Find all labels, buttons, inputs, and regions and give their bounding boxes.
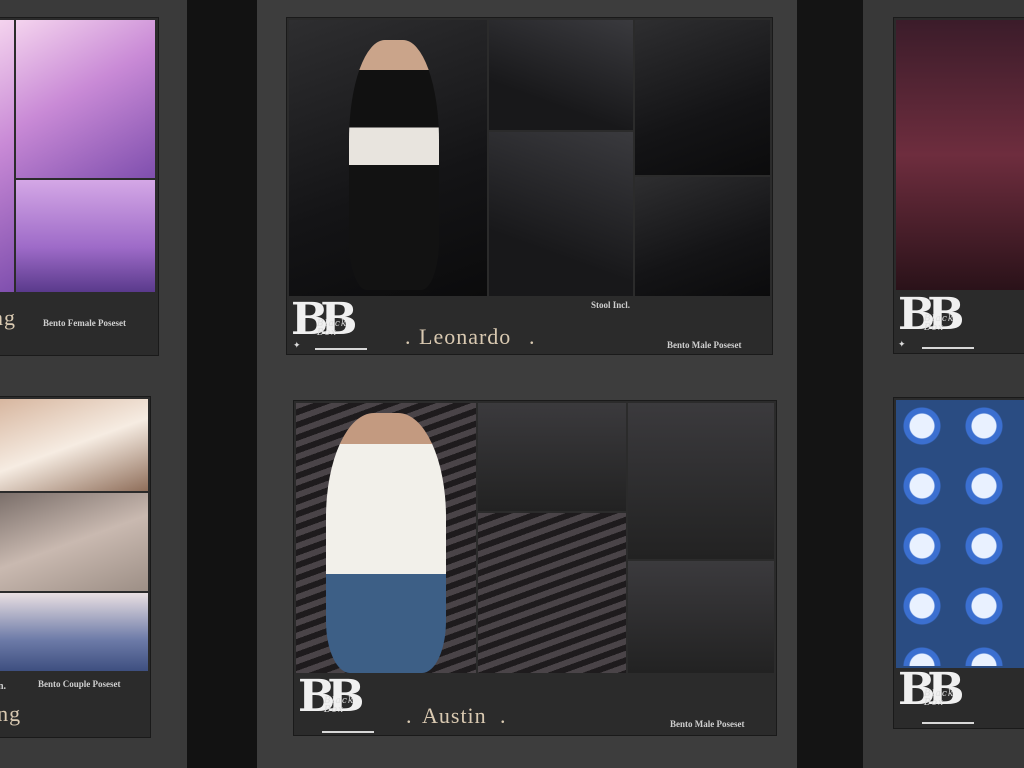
poster-photo-secondary bbox=[16, 180, 155, 292]
poster-photo-5 bbox=[635, 177, 770, 296]
logo-underline bbox=[922, 722, 974, 724]
poster-couple-poseset[interactable]: n. Bento Couple Poseset ing bbox=[0, 397, 150, 737]
poster-photo-3 bbox=[635, 20, 770, 175]
poster-right-top[interactable]: BB Black Box ✦ bbox=[894, 18, 1024, 353]
poster-caption: Bento Male Poseset bbox=[670, 719, 745, 729]
poster-title: ing bbox=[0, 701, 22, 726]
poster-footer: BB Black Box ✦ Leonardo . . Stool Incl. … bbox=[287, 296, 772, 354]
poster-austin[interactable]: BB Black Box . Austin . Bento Male Poses… bbox=[294, 401, 776, 735]
poster-footer: n. Bento Couple Poseset ing bbox=[0, 673, 150, 737]
brand-logo: BB Black Box bbox=[898, 664, 964, 715]
poster-photo-main bbox=[16, 20, 155, 178]
brand-logo: BB Black Box bbox=[291, 294, 357, 345]
poster-note: Stool Incl. bbox=[591, 300, 631, 310]
logo-underline bbox=[922, 347, 974, 349]
poster-photo-main bbox=[289, 20, 487, 296]
poster-footer: BB Black Box bbox=[894, 668, 1024, 728]
brand-logo: BB Black Box bbox=[898, 289, 964, 340]
title-dot-left: . bbox=[405, 324, 412, 349]
poster-photo-3 bbox=[628, 403, 774, 559]
poster-photo-5 bbox=[628, 561, 774, 673]
poster-note: n. bbox=[0, 681, 7, 692]
poster-title: ng bbox=[0, 305, 16, 330]
poster-caption: Bento Male Poseset bbox=[667, 340, 742, 350]
sparkle-icon: ✦ bbox=[293, 340, 301, 350]
brand-logo: BB Black Box bbox=[298, 671, 364, 722]
poster-photo-main bbox=[296, 403, 476, 673]
poster-photo-main bbox=[896, 400, 1024, 668]
poster-caption: Bento Couple Poseset bbox=[38, 679, 121, 689]
logo-underline bbox=[315, 348, 367, 350]
wall-gap-left bbox=[187, 0, 257, 768]
wall-gap-right bbox=[797, 0, 863, 768]
poster-footer: ng Bento Female Poseset bbox=[0, 295, 158, 355]
poster-photo-tertiary bbox=[0, 593, 148, 671]
poster-photo-2 bbox=[489, 20, 633, 130]
poster-right-bottom[interactable]: BB Black Box bbox=[894, 398, 1024, 728]
logo-underline bbox=[322, 731, 374, 733]
sparkle-icon: ✦ bbox=[898, 339, 906, 349]
poster-photo-main bbox=[896, 20, 1024, 290]
poster-footer: BB Black Box . Austin . Bento Male Poses… bbox=[294, 675, 776, 735]
poster-photo-4 bbox=[478, 513, 626, 673]
title-dot-right: . bbox=[500, 703, 507, 728]
poster-photo-secondary bbox=[0, 493, 148, 591]
poster-photo-2 bbox=[478, 403, 626, 511]
title-dot-right: . bbox=[529, 324, 536, 349]
poster-photo-main bbox=[0, 399, 148, 491]
poster-title: Leonardo bbox=[419, 324, 512, 349]
poster-photo-4 bbox=[489, 132, 633, 296]
poster-footer: BB Black Box ✦ bbox=[894, 291, 1024, 353]
title-dot-left: . bbox=[406, 703, 413, 728]
poster-title: Austin bbox=[422, 703, 487, 728]
poster-caption: Bento Female Poseset bbox=[43, 318, 126, 328]
poster-photo-strip bbox=[0, 20, 14, 292]
poster-leonardo[interactable]: BB Black Box ✦ Leonardo . . Stool Incl. … bbox=[287, 18, 772, 354]
poster-female-poseset[interactable]: ng Bento Female Poseset bbox=[0, 18, 158, 355]
